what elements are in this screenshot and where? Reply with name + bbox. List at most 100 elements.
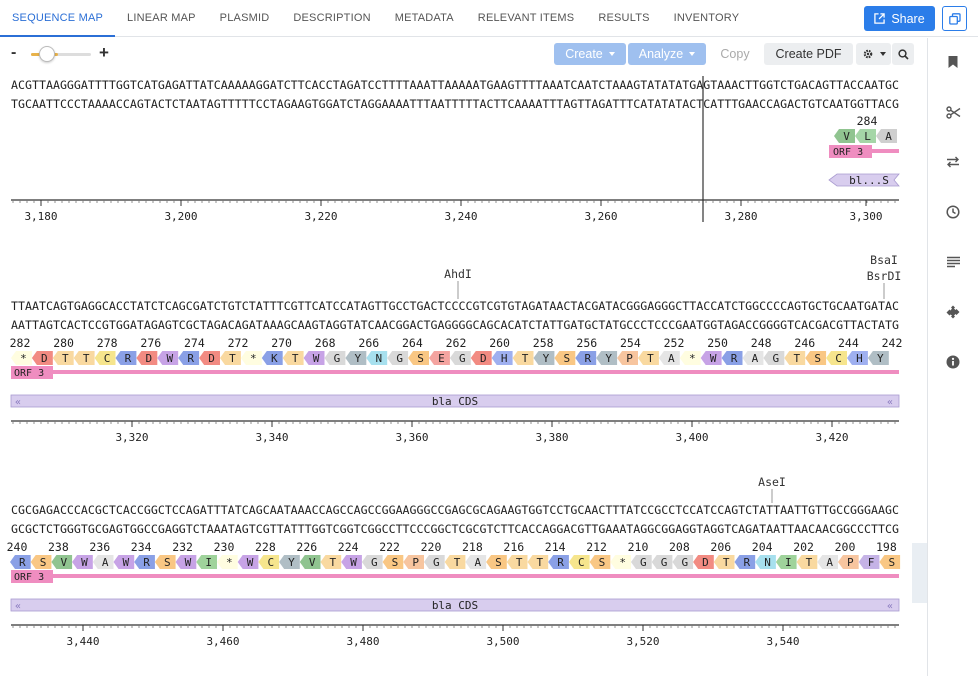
tab-metadata[interactable]: METADATA <box>383 0 466 37</box>
share-button[interactable]: Share <box>864 6 935 31</box>
aa-number: 282 <box>10 336 31 350</box>
axis-tick-label: 3,300 <box>849 210 882 223</box>
amino-acid-G: G <box>681 556 688 569</box>
swap-icon[interactable] <box>945 154 961 170</box>
amino-acid-G: G <box>371 556 378 569</box>
feature-arrow-right-icon: « <box>887 601 893 612</box>
amino-acid-R: R <box>584 352 591 365</box>
orf-bar <box>53 574 899 578</box>
amino-acid-T: T <box>516 556 523 569</box>
amino-acid-W: W <box>350 556 357 569</box>
aa-number: 238 <box>48 540 69 554</box>
orf-label: ORF 3 <box>833 147 863 158</box>
dna-bottom-strand: AATTAGTCACTCCGTGGATAGAGTCGCTAGACAGATAAAG… <box>11 319 899 332</box>
aa-number: 234 <box>131 540 152 554</box>
tab-sequence-map[interactable]: SEQUENCE MAP <box>0 0 116 37</box>
amino-acid-V: V <box>309 556 316 569</box>
amino-acid-F: F <box>868 556 875 569</box>
amino-acid-K: K <box>271 352 278 365</box>
puzzle-icon[interactable] <box>945 304 961 320</box>
top-tab-bar: SEQUENCE MAP LINEAR MAP PLASMID DESCRIPT… <box>0 0 978 37</box>
amino-acid-P: P <box>412 556 419 569</box>
aa-number: 210 <box>628 540 649 554</box>
orf-label: ORF 3 <box>14 368 44 379</box>
amino-acid-C: C <box>835 352 842 365</box>
tab-results[interactable]: RESULTS <box>586 0 661 37</box>
amino-acid-S: S <box>495 556 502 569</box>
amino-acid-A: A <box>474 556 481 569</box>
aa-number: 284 <box>857 114 878 128</box>
axis-tick-label: 3,520 <box>626 635 659 648</box>
info-icon[interactable] <box>945 354 961 370</box>
right-sidebar <box>927 38 978 676</box>
amino-acid-G: G <box>433 556 440 569</box>
scrollbar-thumb[interactable] <box>912 543 927 603</box>
sequence-map-view[interactable]: ACGTTAAGGGATTTTGGTCATGAGATTATCAAAAAGGATC… <box>0 70 912 676</box>
caret-down-icon <box>608 52 615 56</box>
bookmark-icon[interactable] <box>945 54 961 70</box>
amino-acid-T: T <box>229 352 236 365</box>
tab-description[interactable]: DESCRIPTION <box>281 0 382 37</box>
zoom-in-button[interactable]: + <box>99 43 109 63</box>
axis-tick-label: 3,340 <box>255 431 288 444</box>
amino-acid-T: T <box>806 556 813 569</box>
caret-down-icon <box>689 52 696 56</box>
amino-acid-R: R <box>125 352 132 365</box>
amino-acid-Y: Y <box>543 352 550 365</box>
search-button[interactable] <box>892 43 914 65</box>
aa-number: 268 <box>315 336 336 350</box>
amino-acid-D: D <box>146 352 153 365</box>
copy-window-button[interactable] <box>942 6 967 31</box>
scissors-icon[interactable] <box>945 104 961 120</box>
amino-acid-P: P <box>847 556 854 569</box>
create-pdf-button[interactable]: Create PDF <box>764 43 853 65</box>
amino-acid-C: C <box>578 556 585 569</box>
amino-acid-D: D <box>208 352 215 365</box>
amino-acid-S: S <box>599 556 606 569</box>
amino-acid-W: W <box>123 556 130 569</box>
amino-acid-T: T <box>793 352 800 365</box>
amino-acid-A: A <box>668 352 675 365</box>
copy-button[interactable]: Copy <box>710 43 760 65</box>
aa-number: 254 <box>620 336 641 350</box>
amino-acid-A: A <box>885 130 892 143</box>
aa-number: 246 <box>794 336 815 350</box>
amino-acid-T: T <box>83 352 90 365</box>
amino-acid-Y: Y <box>605 352 612 365</box>
amino-acid-W: W <box>313 352 320 365</box>
tab-linear-map[interactable]: LINEAR MAP <box>115 0 208 37</box>
amino-acid-T: T <box>522 352 529 365</box>
text-lines-icon[interactable] <box>945 254 961 270</box>
tab-relevant-items[interactable]: RELEVANT ITEMS <box>466 0 587 37</box>
clock-icon[interactable] <box>945 204 961 220</box>
amino-acid-stop: * <box>250 352 257 365</box>
enzyme-label-asei: AseI <box>758 475 786 489</box>
axis-tick-label: 3,480 <box>346 635 379 648</box>
zoom-slider-thumb[interactable] <box>39 46 55 62</box>
aa-number: 202 <box>793 540 814 554</box>
dna-top-strand: ACGTTAAGGGATTTTGGTCATGAGATTATCAAAAAGGATC… <box>11 79 899 92</box>
enzyme-label-bsai: BsaI <box>870 253 898 267</box>
sequence-map-canvas[interactable]: ACGTTAAGGGATTTTGGTCATGAGATTATCAAAAAGGATC… <box>0 70 912 676</box>
aa-number: 198 <box>876 540 897 554</box>
create-dropdown-button[interactable]: Create <box>554 43 626 65</box>
axis-tick-label: 3,260 <box>584 210 617 223</box>
amino-acid-D: D <box>702 556 709 569</box>
aa-number: 248 <box>751 336 772 350</box>
aa-number: 222 <box>379 540 400 554</box>
amino-acid-V: V <box>843 130 850 143</box>
aa-number: 262 <box>446 336 467 350</box>
amino-acid-S: S <box>564 352 571 365</box>
sequence-toolbar: - + Create Analyze Copy Create PDF <box>0 38 927 70</box>
tab-plasmid[interactable]: PLASMID <box>208 0 282 37</box>
analyze-dropdown-button[interactable]: Analyze <box>628 43 706 65</box>
settings-dropdown-button[interactable] <box>856 43 891 65</box>
caret-down-icon <box>879 52 886 56</box>
amino-acid-stop: * <box>689 352 696 365</box>
amino-acid-W: W <box>166 352 173 365</box>
axis-tick-label: 3,440 <box>66 635 99 648</box>
orf-label: ORF 3 <box>14 572 44 583</box>
aa-number: 244 <box>838 336 859 350</box>
zoom-out-button[interactable]: - <box>11 44 16 62</box>
tab-inventory[interactable]: INVENTORY <box>662 0 752 37</box>
